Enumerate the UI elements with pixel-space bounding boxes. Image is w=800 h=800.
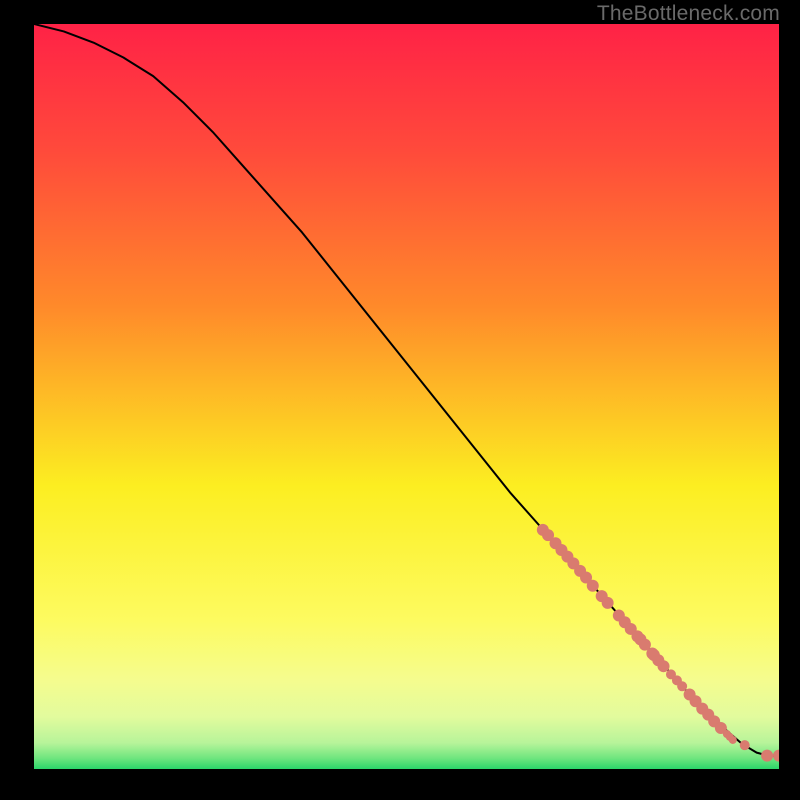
data-point bbox=[740, 740, 750, 750]
data-point bbox=[587, 580, 599, 592]
data-point bbox=[729, 736, 737, 744]
data-point bbox=[658, 660, 670, 672]
data-point bbox=[677, 681, 687, 691]
data-point bbox=[602, 597, 614, 609]
chart-frame: TheBottleneck.com bbox=[0, 0, 800, 800]
plot-area bbox=[34, 24, 779, 769]
gradient-background bbox=[34, 24, 779, 769]
data-point bbox=[761, 750, 773, 762]
watermark-text: TheBottleneck.com bbox=[597, 2, 780, 26]
chart-canvas bbox=[34, 24, 779, 769]
